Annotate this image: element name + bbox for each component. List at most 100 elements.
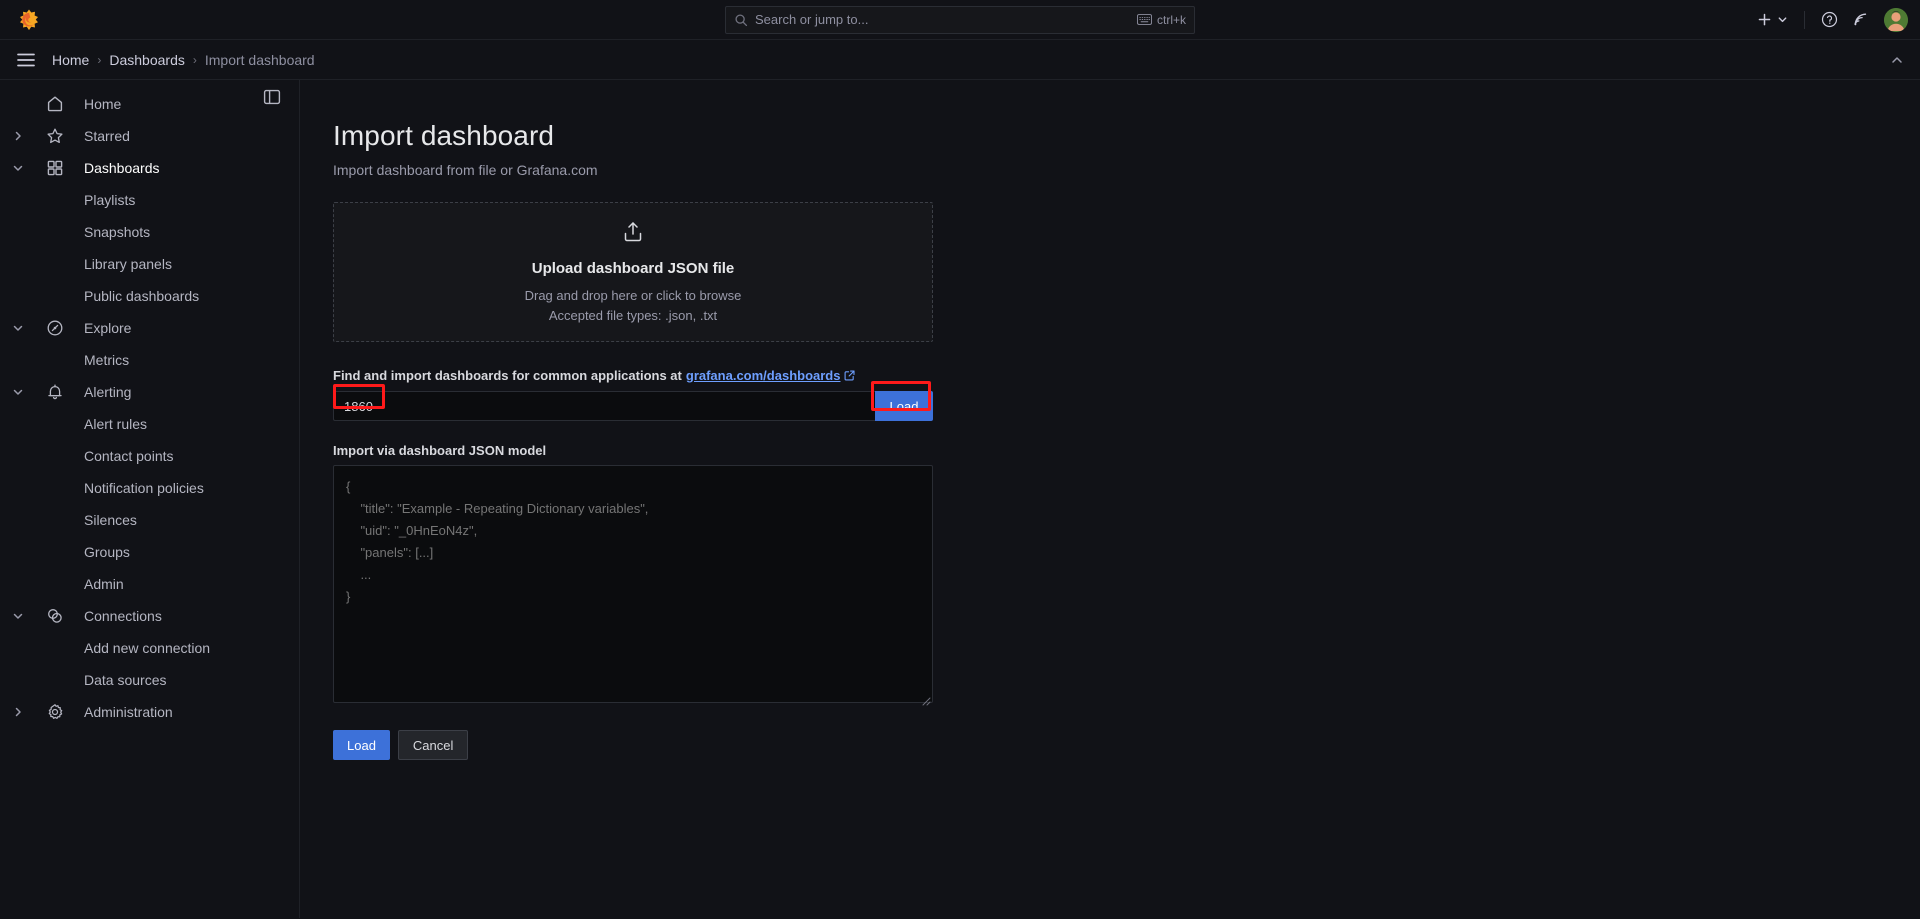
user-avatar[interactable] [1884,8,1908,32]
json-model-textarea[interactable] [333,465,933,703]
sidebar-item-notification-policies[interactable]: Notification policies [0,472,299,504]
chevron-down-icon [1777,14,1788,25]
page-title: Import dashboard [333,120,1920,152]
top-bar: Search or jump to... ctrl+k [0,0,1920,40]
search-shortcut-hint: ctrl+k [1137,13,1186,27]
sidebar-item-connections[interactable]: Connections [0,600,299,632]
chevron-down-icon[interactable] [10,320,26,336]
upload-icon [622,221,644,248]
sidebar-item-playlists[interactable]: Playlists [0,184,299,216]
global-search-bar[interactable]: Search or jump to... ctrl+k [725,6,1195,34]
cancel-button[interactable]: Cancel [398,730,468,760]
sidebar-item-starred[interactable]: Starred [0,120,299,152]
chevron-down-icon[interactable] [10,384,26,400]
main-content: Import dashboard Import dashboard from f… [300,80,1920,918]
grafana-dashboards-link[interactable]: grafana.com/dashboards [686,368,841,383]
json-model-label: Import via dashboard JSON model [333,443,933,458]
chevron-right-icon[interactable] [10,704,26,720]
gcom-dashboard-input[interactable] [333,391,875,421]
sidebar-item-label: Add new connection [84,640,210,656]
sidebar-item-label: Explore [84,320,131,336]
grafana-logo-icon [17,8,41,32]
import-form: Upload dashboard JSON file Drag and drop… [333,202,933,760]
sidebar-item-alerting[interactable]: Alerting [0,376,299,408]
bell-icon [46,383,64,401]
connections-icon [46,607,64,625]
sidebar-item-snapshots[interactable]: Snapshots [0,216,299,248]
gcom-input-row: Load [333,391,933,421]
sidebar-item-admin[interactable]: Admin [0,568,299,600]
sidebar-item-label: Starred [84,128,130,144]
sidebar-item-home[interactable]: Home [0,88,299,120]
sidebar-item-label: Contact points [84,448,174,464]
breadcrumb-item-home[interactable]: Home [52,52,89,68]
sidebar-item-label: Playlists [84,192,135,208]
load-button[interactable]: Load [333,730,390,760]
sidebar-item-groups[interactable]: Groups [0,536,299,568]
breadcrumb-item-dashboards[interactable]: Dashboards [109,52,185,68]
collapse-breadcrumb-button[interactable] [1890,53,1904,67]
rss-feed-icon [1852,11,1869,28]
avatar-icon [1884,8,1908,32]
sidebar-item-label: Alerting [84,384,131,400]
toolbar-divider [1804,11,1805,29]
sidebar-item-administration[interactable]: Administration [0,696,299,728]
create-new-button[interactable] [1752,6,1793,34]
chevron-down-icon[interactable] [10,608,26,624]
gcom-load-button[interactable]: Load [875,391,933,421]
breadcrumb-item-import-dashboard[interactable]: Import dashboard [205,52,315,68]
sidebar-item-label: Home [84,96,121,112]
sidebar-item-label: Alert rules [84,416,147,432]
sidebar-item-label: Metrics [84,352,129,368]
gcom-label-prefix: Find and import dashboards for common ap… [333,368,682,383]
file-dropzone[interactable]: Upload dashboard JSON file Drag and drop… [333,202,933,342]
sidebar-item-contact-points[interactable]: Contact points [0,440,299,472]
chevron-right-icon[interactable] [10,128,26,144]
breadcrumb-bar: Home › Dashboards › Import dashboard [0,40,1920,80]
sidebar-item-metrics[interactable]: Metrics [0,344,299,376]
search-icon [734,13,748,27]
gear-icon [46,703,64,721]
star-icon [46,127,64,145]
grafana-logo[interactable] [0,8,58,32]
sidebar-nav: Home Starred Dashboards Playlists Snapshots L… [0,80,300,918]
dropzone-accepted-types: Accepted file types: .json, .txt [549,308,717,323]
sidebar-item-label: Administration [84,704,173,720]
hamburger-menu-icon [17,53,35,67]
breadcrumb-separator: › [193,53,197,67]
sidebar-item-label: Dashboards [84,160,160,176]
sidebar-item-explore[interactable]: Explore [0,312,299,344]
sidebar-item-label: Public dashboards [84,288,199,304]
external-link-icon [844,370,855,381]
help-circle-icon [1821,11,1838,28]
sidebar-item-add-new-connection[interactable]: Add new connection [0,632,299,664]
breadcrumb: Home › Dashboards › Import dashboard [52,52,315,68]
sidebar-item-dashboards[interactable]: Dashboards [0,152,299,184]
sidebar-items: Home Starred Dashboards Playlists Snapshots L… [0,88,299,728]
page-subtitle: Import dashboard from file or Grafana.co… [333,162,1920,178]
form-actions: Load Cancel [333,730,933,760]
chevron-up-icon [1890,53,1904,67]
news-button[interactable] [1847,6,1874,34]
help-button[interactable] [1816,6,1843,34]
sidebar-item-alert-rules[interactable]: Alert rules [0,408,299,440]
dashboards-grid-icon [46,159,64,177]
keyboard-icon [1137,14,1152,25]
sidebar-item-label: Connections [84,608,162,624]
search-input[interactable]: Search or jump to... [755,12,1130,27]
chevron-down-icon[interactable] [10,160,26,176]
gcom-label-row: Find and import dashboards for common ap… [333,368,933,383]
sidebar-item-silences[interactable]: Silences [0,504,299,536]
sidebar-item-label: Library panels [84,256,172,272]
sidebar-item-data-sources[interactable]: Data sources [0,664,299,696]
dropzone-hint: Drag and drop here or click to browse [525,288,742,303]
sidebar-item-label: Snapshots [84,224,150,240]
menu-toggle-button[interactable] [12,46,40,74]
sidebar-item-library-panels[interactable]: Library panels [0,248,299,280]
search-shortcut-label: ctrl+k [1157,13,1186,27]
sidebar-item-label: Data sources [84,672,166,688]
compass-icon [46,319,64,337]
dropzone-title: Upload dashboard JSON file [532,260,735,277]
sidebar-item-public-dashboards[interactable]: Public dashboards [0,280,299,312]
sidebar-item-label: Admin [84,576,124,592]
